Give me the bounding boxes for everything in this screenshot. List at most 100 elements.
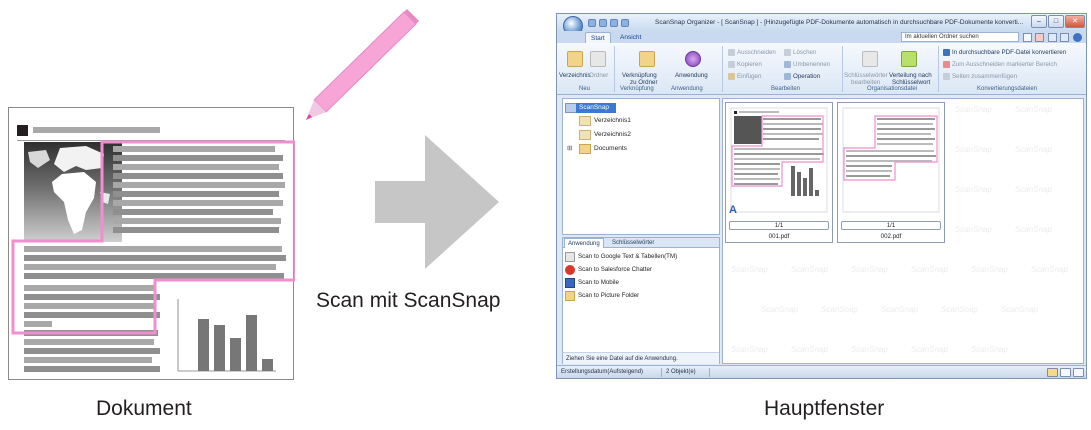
scansnap-icon[interactable] bbox=[621, 19, 629, 27]
tree-item-scansnap[interactable]: ScanSnap bbox=[576, 103, 616, 113]
watermark: ScanSnap bbox=[731, 345, 768, 354]
rename-icon bbox=[784, 61, 791, 68]
tab-start[interactable]: Start bbox=[585, 32, 611, 43]
watermark: ScanSnap bbox=[911, 345, 948, 354]
distribute-by-keyword-button[interactable]: Verteilung nach bbox=[889, 72, 932, 79]
delete-icon bbox=[784, 49, 791, 56]
thumbnail-preview bbox=[842, 107, 940, 213]
group-separator bbox=[722, 46, 723, 92]
folder-icon bbox=[579, 144, 591, 154]
watermark: ScanSnap bbox=[851, 265, 888, 274]
clear-search-icon[interactable] bbox=[1035, 33, 1044, 42]
keyword-edit-icon bbox=[862, 51, 878, 67]
tab-ansicht[interactable]: Ansicht bbox=[615, 32, 646, 43]
watermark: ScanSnap bbox=[1015, 225, 1052, 234]
distribute-by-keyword-button-line2: Schlüsselwort bbox=[892, 79, 931, 86]
application-pane-tabs: Anwendung Schlüsselwörter bbox=[563, 238, 719, 248]
watermark: ScanSnap bbox=[791, 265, 828, 274]
copy-icon bbox=[728, 61, 735, 68]
operation-button[interactable]: Operation bbox=[793, 73, 820, 80]
app-item-label: Scan to Picture Folder bbox=[578, 292, 640, 299]
watermark: ScanSnap bbox=[941, 305, 978, 314]
group-separator bbox=[842, 46, 843, 92]
edit-keywords-button-line2: bearbeiten bbox=[851, 79, 881, 86]
minimize-button[interactable]: – bbox=[1031, 15, 1047, 28]
watermark: ScanSnap bbox=[1001, 305, 1038, 314]
merge-pages-icon bbox=[943, 73, 950, 80]
group-label-neu: Neu bbox=[579, 86, 591, 92]
file-thumbnail-002[interactable]: 1/1 002.pdf bbox=[837, 102, 945, 243]
tree-item-documents[interactable]: Documents bbox=[594, 145, 627, 152]
undo-icon[interactable] bbox=[610, 19, 618, 27]
watermark: ScanSnap bbox=[1015, 185, 1052, 194]
application-button[interactable]: Anwendung bbox=[675, 72, 708, 79]
google-docs-icon bbox=[565, 252, 575, 262]
watermark: ScanSnap bbox=[791, 345, 828, 354]
file-list-pane: ScanSnap ScanSnap ScanSnap ScanSnap Scan… bbox=[722, 98, 1084, 364]
document-illustration bbox=[8, 107, 295, 380]
close-button[interactable]: ✕ bbox=[1065, 15, 1085, 28]
watermark: ScanSnap bbox=[911, 265, 948, 274]
expand-icon[interactable]: ⊞ bbox=[567, 144, 572, 152]
watermark: ScanSnap bbox=[955, 225, 992, 234]
edit-keywords-button[interactable]: Schlüsselwörter bbox=[844, 72, 888, 79]
link-to-folder-button[interactable]: Verknüpfung bbox=[622, 72, 657, 79]
keyword-sort-icon bbox=[901, 51, 917, 67]
zoom-marked-area-button[interactable]: Zum Ausschneiden markierter Bereich bbox=[952, 61, 1057, 68]
folder-search-input[interactable]: Im aktuellen Ordner suchen bbox=[901, 32, 1019, 42]
app-item-label: Scan to Google Text & Tabellen(TM) bbox=[578, 253, 678, 260]
save-icon[interactable] bbox=[588, 19, 596, 27]
watermark: ScanSnap bbox=[731, 265, 768, 274]
cut-button[interactable]: Ausschneiden bbox=[737, 49, 776, 56]
tree-item-verzeichnis2[interactable]: Verzeichnis2 bbox=[594, 131, 631, 138]
paste-icon bbox=[728, 73, 735, 80]
new-directory-button[interactable]: Verzeichnis bbox=[559, 72, 591, 79]
thumbnail-preview bbox=[730, 107, 828, 213]
searchable-pdf-icon bbox=[943, 49, 950, 56]
status-bar: Erstellungsdatum(Aufsteigend) 2 Objekt(e… bbox=[557, 365, 1086, 378]
group-separator bbox=[938, 46, 939, 92]
tab-schluesselwoerter[interactable]: Schlüsselwörter bbox=[609, 238, 657, 248]
group-label-verknuepfung: Verknüpfung bbox=[620, 86, 654, 92]
watermark: ScanSnap bbox=[761, 305, 798, 314]
list-view-icon[interactable] bbox=[1060, 368, 1071, 377]
thumbnail-view-icon[interactable] bbox=[1047, 368, 1058, 377]
merge-pages-button[interactable]: Seiten zusammenfügen bbox=[952, 73, 1017, 80]
search-icon[interactable] bbox=[1023, 33, 1032, 42]
new-folder-button[interactable]: Ordner bbox=[589, 72, 608, 79]
watermark: ScanSnap bbox=[851, 345, 888, 354]
watermark: ScanSnap bbox=[881, 305, 918, 314]
group-separator bbox=[614, 46, 615, 92]
nav-back-icon[interactable] bbox=[1048, 33, 1057, 42]
file-name: 002.pdf bbox=[880, 233, 902, 240]
tab-anwendung[interactable]: Anwendung bbox=[564, 238, 604, 248]
cut-icon bbox=[728, 49, 735, 56]
detail-view-icon[interactable] bbox=[1073, 368, 1084, 377]
right-arrow-icon bbox=[375, 135, 499, 269]
tree-item-verzeichnis1[interactable]: Verzeichnis1 bbox=[594, 117, 631, 124]
mobile-icon bbox=[565, 278, 575, 288]
group-label-organisation: Organisationsdatei bbox=[867, 86, 918, 92]
nav-forward-icon[interactable] bbox=[1060, 33, 1069, 42]
title-bar: ScanSnap Organizer - [ ScanSnap ] - [Hin… bbox=[557, 14, 1086, 31]
status-separator bbox=[661, 368, 662, 377]
ribbon-tab-row: Start Ansicht Im aktuellen Ordner suchen bbox=[557, 31, 1086, 43]
application-hint: Ziehen Sie eine Datei auf die Anwendung. bbox=[563, 352, 719, 364]
main-window-caption: Hauptfenster bbox=[764, 397, 885, 420]
rename-button[interactable]: Umbenennen bbox=[793, 61, 830, 68]
selection-outline bbox=[11, 140, 295, 335]
copy-button[interactable]: Kopieren bbox=[737, 61, 762, 68]
delete-button[interactable]: Löschen bbox=[793, 49, 816, 56]
picture-folder-icon bbox=[565, 291, 575, 301]
scan-icon[interactable] bbox=[599, 19, 607, 27]
page-counter: 1/1 bbox=[841, 221, 941, 230]
folder-icon bbox=[567, 51, 583, 67]
maximize-button[interactable]: □ bbox=[1048, 15, 1064, 28]
sort-order-status: Erstellungsdatum(Aufsteigend) bbox=[561, 369, 644, 375]
convert-searchable-pdf-button[interactable]: In durchsuchbare PDF-Datei konvertieren bbox=[952, 49, 1066, 56]
file-thumbnail-001[interactable]: A 1/1 001.pdf bbox=[725, 102, 833, 243]
folder-tree-pane: ScanSnap Verzeichnis1 Verzeichnis2 ⊞ Doc… bbox=[562, 98, 720, 235]
paste-button[interactable]: Einfügen bbox=[737, 73, 761, 80]
application-pane: Anwendung Schlüsselwörter Scan to Google… bbox=[562, 237, 720, 364]
help-icon[interactable] bbox=[1073, 33, 1082, 42]
